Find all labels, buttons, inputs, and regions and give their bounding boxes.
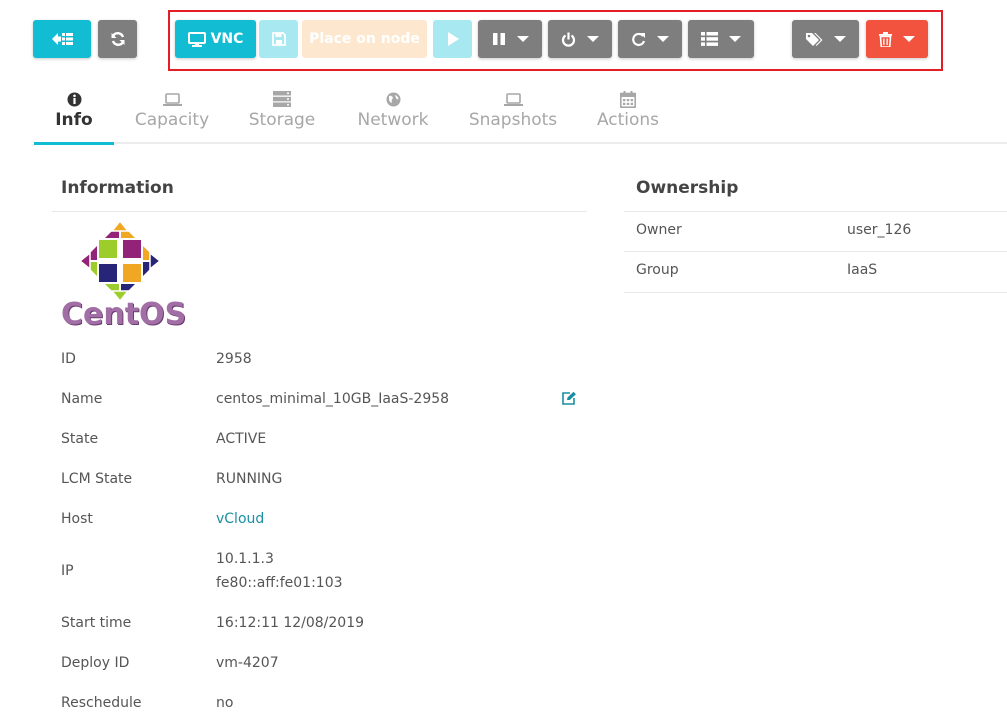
trash-icon xyxy=(879,31,892,47)
row-label-reschedule: Reschedule xyxy=(61,695,142,711)
pause-icon xyxy=(492,33,505,45)
tab-actions-label: Actions xyxy=(596,110,660,130)
info-circle-icon xyxy=(67,90,82,108)
row-value-lcm-state: RUNNING xyxy=(216,471,283,487)
server-icon xyxy=(273,90,291,108)
tab-snapshots-label: Snapshots xyxy=(468,110,558,130)
row-value-owner: user_126 xyxy=(847,222,912,238)
information-divider xyxy=(52,211,587,212)
edit-icon[interactable] xyxy=(561,391,577,406)
vm-info-page: VNC Place on node Info Capacity Storage … xyxy=(0,0,1007,726)
refresh-button[interactable] xyxy=(98,20,137,58)
chevron-down-icon xyxy=(587,36,599,42)
row-label-ip: IP xyxy=(61,563,74,579)
tab-capacity[interactable]: Capacity xyxy=(127,84,217,144)
row-value-ipv6: fe80::aff:fe01:103 xyxy=(216,575,343,591)
tags-icon xyxy=(806,32,823,46)
ownership-title: Ownership xyxy=(636,178,739,198)
row-value-group: IaaS xyxy=(847,262,878,278)
place-on-node-button[interactable]: Place on node xyxy=(302,20,427,58)
refresh-icon xyxy=(111,32,124,46)
place-on-node-label: Place on node xyxy=(309,31,420,47)
vnc-label: VNC xyxy=(210,31,244,47)
centos-emblem xyxy=(78,219,162,303)
row-value-state: ACTIVE xyxy=(216,431,267,447)
reboot-icon xyxy=(632,32,646,46)
pause-dropdown-button[interactable] xyxy=(478,20,542,58)
calendar-icon xyxy=(620,90,636,108)
globe-icon xyxy=(386,90,401,108)
labels-dropdown-button[interactable] xyxy=(792,20,859,58)
floppy-icon xyxy=(271,32,286,46)
host-link[interactable]: vCloud xyxy=(216,511,264,527)
centos-logo-text: CentOS xyxy=(61,297,187,332)
row-label-state: State xyxy=(61,431,99,447)
back-to-list-button[interactable] xyxy=(33,20,91,58)
laptop-icon xyxy=(503,90,523,108)
ownership-divider xyxy=(624,211,1007,212)
arrow-left-list-icon xyxy=(52,33,73,45)
monitor-icon xyxy=(187,31,206,47)
row-label-name: Name xyxy=(61,391,103,407)
chevron-down-icon xyxy=(657,36,669,42)
row-value-name: centos_minimal_10GB_IaaS-2958 xyxy=(216,391,450,407)
delete-dropdown-button[interactable] xyxy=(866,20,928,58)
tab-capacity-label: Capacity xyxy=(134,110,210,130)
reboot-dropdown-button[interactable] xyxy=(618,20,682,58)
row-label-group: Group xyxy=(636,262,679,278)
row-label-host: Host xyxy=(61,511,93,527)
row-label-owner: Owner xyxy=(636,222,682,238)
resume-button[interactable] xyxy=(433,20,472,58)
row-label-id: ID xyxy=(61,351,76,367)
vnc-button[interactable]: VNC xyxy=(175,20,256,58)
play-icon xyxy=(447,32,459,46)
owner-row-divider xyxy=(624,251,1007,252)
tab-storage-label: Storage xyxy=(248,110,316,130)
row-label-start-time: Start time xyxy=(61,615,132,631)
tab-network-label: Network xyxy=(357,110,429,130)
row-value-start-time: 16:12:11 12/08/2019 xyxy=(216,615,365,631)
row-value-reschedule: no xyxy=(216,695,234,711)
more-actions-dropdown-button[interactable] xyxy=(688,20,754,58)
chevron-down-icon xyxy=(729,36,741,42)
row-value-deploy-id: vm-4207 xyxy=(216,655,279,671)
tab-actions[interactable]: Actions xyxy=(588,84,668,144)
row-value-id: 2958 xyxy=(216,351,252,367)
row-label-lcm-state: LCM State xyxy=(61,471,133,487)
active-tab-indicator xyxy=(34,142,114,145)
power-dropdown-button[interactable] xyxy=(548,20,612,58)
tab-info-label: Info xyxy=(55,110,93,130)
row-label-deploy-id: Deploy ID xyxy=(61,655,130,671)
row-value-ipv4: 10.1.1.3 xyxy=(216,551,274,567)
laptop-icon xyxy=(162,90,182,108)
chevron-down-icon xyxy=(903,36,915,42)
tab-info[interactable]: Info xyxy=(34,84,114,144)
power-icon xyxy=(561,32,576,47)
group-row-divider xyxy=(624,292,1007,293)
tab-network[interactable]: Network xyxy=(350,84,436,144)
chevron-down-icon xyxy=(834,36,846,42)
chevron-down-icon xyxy=(516,36,529,42)
tab-storage[interactable]: Storage xyxy=(240,84,324,144)
list-icon xyxy=(701,32,718,46)
tab-snapshots[interactable]: Snapshots xyxy=(463,84,563,144)
information-title: Information xyxy=(61,178,174,198)
save-button[interactable] xyxy=(259,20,298,58)
